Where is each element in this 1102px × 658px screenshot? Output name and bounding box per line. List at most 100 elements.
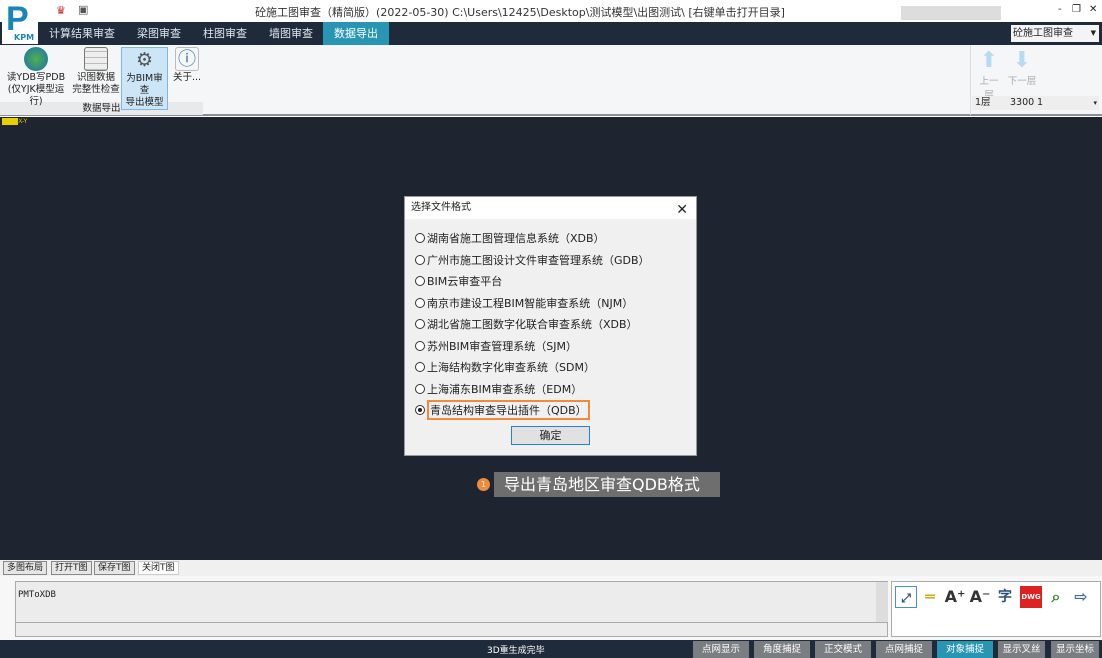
multi-layout-tab[interactable]: 多图布局 <box>3 561 48 575</box>
data-check-button[interactable]: 识图数据 完整性检查 <box>71 47 121 96</box>
status-toggle[interactable]: 点网捕捉 <box>876 641 932 658</box>
ruler-icon[interactable]: ═ <box>919 586 941 608</box>
status-message: 3D重生成完毕 <box>487 646 545 656</box>
format-option[interactable]: 南京市建设工程BIM智能审查系统（NJM） <box>415 295 633 311</box>
font-icon[interactable]: 字 <box>994 586 1016 608</box>
scrollbar[interactable] <box>876 582 888 622</box>
button-label: 为BIM审查 <box>126 73 163 96</box>
export-gear-icon: ⚙ <box>135 49 154 71</box>
radio-button[interactable] <box>415 340 425 351</box>
status-toggle[interactable]: 显示坐标 <box>1051 641 1099 658</box>
radio-button[interactable] <box>415 319 425 329</box>
export-icon[interactable]: ⇨ <box>1070 586 1092 608</box>
save-t-tab[interactable]: 保存T图 <box>94 561 135 575</box>
format-option[interactable]: 湖南省施工图管理信息系统（XDB） <box>415 230 605 246</box>
step-badge: 1 <box>477 478 490 491</box>
format-option[interactable]: 上海结构数字化审查系统（SDM） <box>415 359 595 375</box>
dwg-icon[interactable]: DWG <box>1020 586 1042 608</box>
button-label: 完整性检查 <box>72 84 120 95</box>
save-icon[interactable]: ▣ <box>78 3 88 16</box>
read-ydb-button[interactable]: 读YDB写PDB (仅YJK模型运行) <box>2 47 70 108</box>
option-label: 上海结构数字化审查系统（SDM） <box>427 361 595 374</box>
format-option[interactable]: 上海浦东BIM审查系统（EDM） <box>415 381 582 397</box>
radio-button[interactable] <box>415 276 425 286</box>
mode-select[interactable]: 砼施工图审查 ▼ <box>1011 25 1099 42</box>
floor-height: 3300 <box>1010 97 1035 108</box>
radio-button[interactable] <box>415 383 425 394</box>
search-icon[interactable]: ⌕ <box>1045 586 1067 608</box>
tab-data-export[interactable]: 数据导出 <box>323 22 389 45</box>
globe-icon <box>24 47 48 71</box>
format-option[interactable]: BIM云审查平台 <box>415 273 502 289</box>
floor-up-button[interactable]: ⬆上一层 <box>975 48 1003 101</box>
axis-indicator: ▪▪▪▪X-Y <box>2 118 28 125</box>
button-label: 导出模型 <box>125 97 164 108</box>
floor-down-label: 下一层 <box>1007 76 1037 87</box>
format-option[interactable]: 湖北省施工图数字化联合审查系统（XDB） <box>415 316 638 332</box>
ok-button[interactable]: 确定 <box>511 426 590 445</box>
bim-export-button[interactable]: ⚙ 为BIM审查 导出模型 <box>121 47 168 110</box>
restore-button[interactable]: ❐ <box>1072 4 1081 15</box>
minimize-button[interactable]: - <box>1058 4 1062 15</box>
close-button[interactable]: ✕ <box>1089 4 1097 15</box>
format-option[interactable]: 青岛结构审查导出插件（QDB） <box>415 400 590 420</box>
ribbon: 数据导出 读YDB写PDB (仅YJK模型运行) 识图数据 完整性检查 ⚙ 为BIM… <box>0 45 1102 116</box>
tab-calc-review[interactable]: 计算结果审查 <box>40 22 124 45</box>
about-button[interactable]: ⓘ 关于... <box>171 47 203 84</box>
option-label: 南京市建设工程BIM智能审查系统（NJM） <box>427 296 634 310</box>
floor-name: 1层 <box>975 97 991 108</box>
option-label: 青岛结构审查导出插件（QDB） <box>427 400 590 420</box>
divider <box>970 45 971 115</box>
info-icon: ⓘ <box>175 47 199 71</box>
mode-select-value: 砼施工图审查 <box>1013 28 1073 39</box>
text-larger-icon[interactable]: A⁺ <box>944 586 966 608</box>
option-label: 上海浦东BIM审查系统（EDM） <box>427 382 583 396</box>
tab-beam-review[interactable]: 梁图审查 <box>126 22 192 45</box>
status-toggle[interactable]: 显示叉丝 <box>998 641 1045 658</box>
kpm-logo[interactable]: P KPM <box>2 0 38 44</box>
status-toggle[interactable]: 正交模式 <box>815 641 871 658</box>
radio-button[interactable] <box>415 233 425 243</box>
floor-index: 1 <box>1037 97 1044 108</box>
format-option[interactable]: 苏州BIM审查管理系统（SJM） <box>415 338 577 354</box>
ribbon-tabs: 计算结果审查 梁图审查 柱图审查 墙图审查 数据导出 砼施工图审查 ▼ <box>0 22 1102 45</box>
text-smaller-icon[interactable]: A⁻ <box>969 586 991 608</box>
arrow-down-icon: ⬇ <box>1012 48 1032 73</box>
radio-button[interactable] <box>415 254 425 265</box>
close-icon[interactable]: ✕ <box>676 199 688 221</box>
zoom-extents-icon[interactable]: ⤢ <box>895 586 917 608</box>
table-icon <box>84 47 108 71</box>
floor-down-button[interactable]: ⬇ 下一层 <box>1007 48 1037 87</box>
command-input[interactable] <box>15 622 888 637</box>
button-label: 关于... <box>172 72 202 83</box>
axis-label: X-Y <box>18 118 28 125</box>
option-label: 苏州BIM审查管理系统（SJM） <box>427 339 577 353</box>
option-label: 湖南省施工图管理信息系统（XDB） <box>427 232 605 245</box>
window-title: 砼施工图审查（精简版）(2022-05-30) C:\Users\12425\D… <box>255 6 785 19</box>
quick-tools: ⤢ ═ A⁺ A⁻ 字 DWG ⌕ ⇨ <box>891 581 1101 637</box>
arrow-up-icon: ⬆ <box>979 48 999 73</box>
radio-button[interactable] <box>415 297 425 308</box>
command-output: PMToXDB <box>15 581 888 623</box>
close-t-tab[interactable]: 关闭T图 <box>138 561 179 575</box>
dialog-title-text: 选择文件格式 <box>411 202 471 213</box>
dialog-title: 选择文件格式 ✕ <box>405 197 696 219</box>
file-format-dialog: 选择文件格式 ✕ 湖南省施工图管理信息系统（XDB） 广州市施工图设计文件审查管理系… <box>404 196 697 456</box>
search-box[interactable] <box>901 6 1001 20</box>
floor-select[interactable]: 1层 3300 1 ▾ <box>972 96 1099 110</box>
option-label: 广州市施工图设计文件审查管理系统（GDB） <box>427 253 650 267</box>
status-toggle[interactable]: 点网显示 <box>693 641 749 658</box>
radio-button[interactable] <box>415 362 425 372</box>
status-toggle[interactable]: 对象捕捉 <box>937 641 993 658</box>
tab-column-review[interactable]: 柱图审查 <box>192 22 258 45</box>
option-label: BIM云审查平台 <box>427 275 503 288</box>
status-toggle[interactable]: 角度捕捉 <box>754 641 810 658</box>
radio-button[interactable] <box>415 405 425 415</box>
tab-wall-review[interactable]: 墙图审查 <box>258 22 324 45</box>
option-label: 湖北省施工图数字化联合审查系统（XDB） <box>427 318 638 331</box>
format-option[interactable]: 广州市施工图设计文件审查管理系统（GDB） <box>415 252 650 268</box>
open-t-tab[interactable]: 打开T图 <box>51 561 92 575</box>
chevron-down-icon: ▼ <box>1090 29 1096 37</box>
view-tabs: 多图布局 打开T图 保存T图 关闭T图 <box>0 560 1102 576</box>
app-icon[interactable]: ♛ <box>56 4 66 17</box>
